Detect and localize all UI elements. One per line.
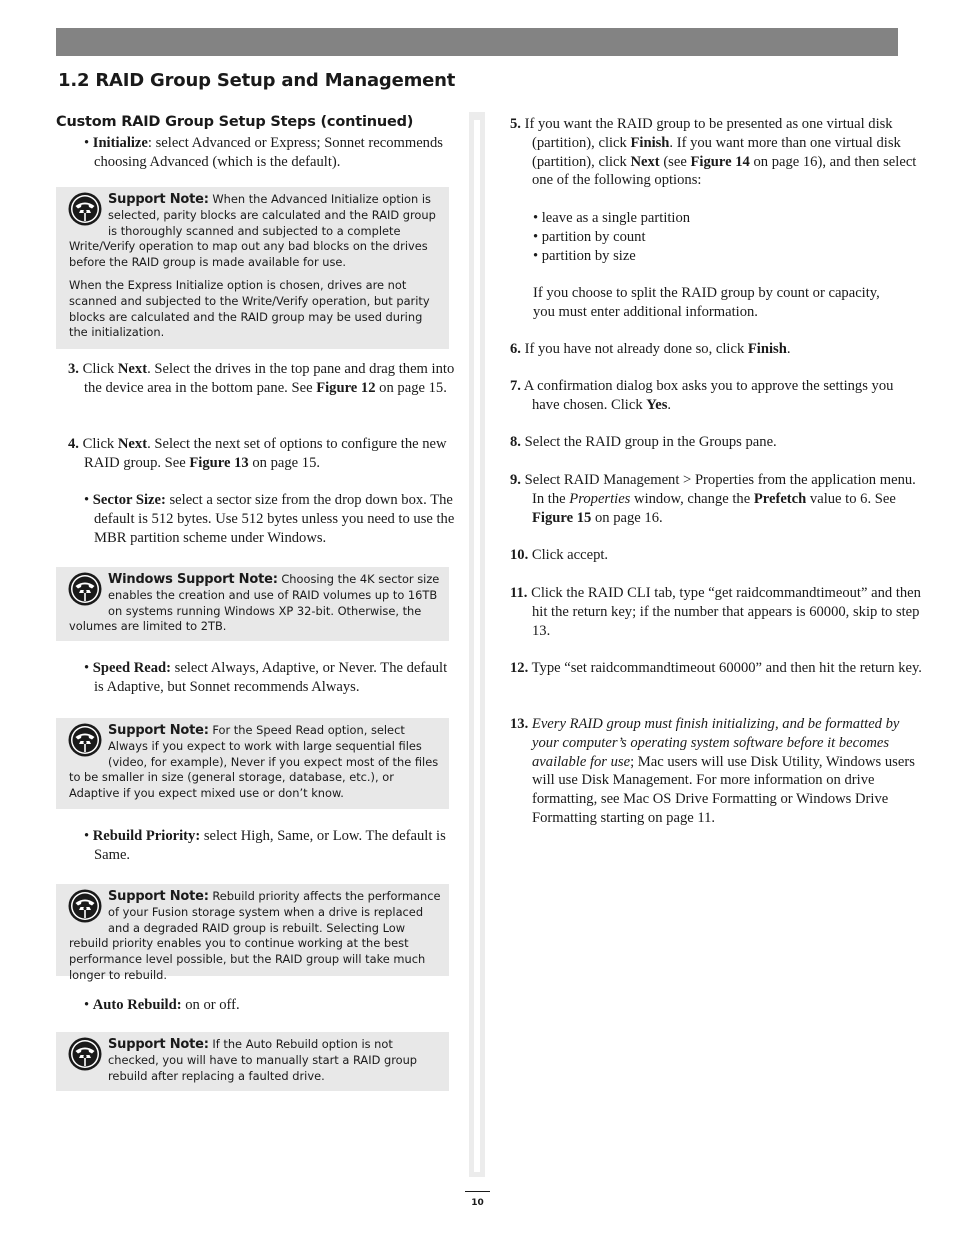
windows-support-note: Windows Support Note: Choosing the 4K se… (56, 567, 449, 641)
step-text: If you have not already done so, click (520, 341, 748, 357)
header-bar (56, 28, 898, 56)
button-reference: Next (117, 436, 148, 452)
step-text: value to 6. See (806, 490, 896, 507)
step-text: Click (78, 361, 118, 377)
figure-reference: Figure 12 (316, 379, 376, 396)
bullet-initialize: • Initialize: select Advanced or Express… (84, 135, 443, 170)
step-number: 11. (510, 585, 528, 601)
step-number: 9. (510, 472, 521, 488)
partition-option: • leave as a single partition (533, 210, 691, 226)
step-text: Type “set raidcommandtimeout 60000” and … (528, 660, 922, 676)
step-4: 4. Click Next. Select the next set of op… (68, 435, 466, 473)
window-name: Properties (569, 490, 631, 507)
step-7: 7. A confirmation dialog box asks you to… (510, 377, 924, 415)
step-text: Click the RAID CLI tab, type “get raidco… (527, 585, 921, 639)
bullet-sector-size: • Sector Size: select a sector size from… (84, 492, 455, 546)
support-note-initialize: Support Note: When the Advanced Initiali… (56, 187, 449, 349)
telephone-icon (68, 192, 102, 226)
telephone-icon (68, 889, 102, 923)
note-label: Support Note: (108, 192, 209, 207)
support-note-speed-read: Support Note: For the Speed Read option,… (56, 718, 449, 809)
button-reference: Next (630, 153, 660, 170)
bullet-rebuild-priority: • Rebuild Priority: select High, Same, o… (84, 828, 446, 863)
step-8: 8. Select the RAID group in the Groups p… (510, 433, 924, 452)
partition-followup-text: If you choose to split the RAID group by… (533, 285, 880, 320)
bullet-text: on or off. (181, 997, 240, 1013)
step-number: 10. (510, 547, 529, 563)
partition-option: • partition by size (533, 247, 636, 264)
step-3: 3. Click Next. Select the drives in the … (68, 360, 466, 398)
button-reference: Yes (646, 396, 668, 413)
step-text: Click (78, 436, 118, 452)
step-number: 4. (68, 436, 79, 452)
step-text: (see (659, 153, 691, 170)
bullet-auto-rebuild: • Auto Rebuild: on or off. (84, 997, 240, 1013)
step-text: on page 15. (375, 379, 447, 396)
button-reference: Finish (747, 341, 787, 357)
note-label: Windows Support Note: (108, 572, 278, 587)
bullet-label: Speed Read: (92, 660, 172, 676)
section-title: 1.2 RAID Group Setup and Management (58, 70, 456, 91)
bullet-label: Auto Rebuild: (92, 997, 182, 1013)
figure-reference: Figure 15 (532, 509, 592, 526)
step-11: 11. Click the RAID CLI tab, type “get ra… (510, 584, 924, 640)
subsection-title: Custom RAID Group Setup Steps (continued… (56, 114, 414, 130)
note-label: Support Note: (108, 723, 209, 738)
step-text: A confirmation dialog box asks you to ap… (520, 378, 894, 413)
support-note-rebuild: Support Note: Rebuild priority affects t… (56, 884, 449, 982)
column-divider (469, 112, 485, 1177)
bullet-label: Sector Size: (92, 492, 166, 508)
column-divider-inner (474, 120, 480, 1172)
footer-rule (465, 1191, 490, 1192)
step-5: 5. If you want the RAID group to be pres… (510, 115, 924, 190)
step-number: 12. (510, 660, 529, 676)
step-text: Click accept. (528, 547, 609, 563)
step-number: 7. (510, 378, 521, 394)
page-number: 10 (471, 1198, 484, 1208)
support-note-auto-rebuild: Support Note: If the Auto Rebuild option… (56, 1032, 449, 1091)
step-12: 12. Type “set raidcommandtimeout 60000” … (510, 659, 924, 678)
bullet-speed-read: • Speed Read: select Always, Adaptive, o… (84, 660, 448, 695)
telephone-icon (68, 723, 102, 757)
step-number: 6. (510, 341, 521, 357)
telephone-icon (68, 1037, 102, 1071)
partition-option: • partition by count (533, 228, 646, 245)
figure-reference: Figure 13 (189, 454, 249, 471)
step-text: . (667, 396, 672, 413)
telephone-icon (68, 572, 102, 606)
step-number: 13. (510, 716, 529, 732)
step-10: 10. Click accept. (510, 546, 924, 565)
bullet-label: Rebuild Priority: (92, 828, 201, 844)
note-label: Support Note: (108, 889, 209, 904)
step-number: 5. (510, 116, 521, 132)
step-text: on page 15. (248, 454, 321, 471)
button-reference: Finish (630, 134, 670, 151)
bullet-label: Initialize (92, 135, 148, 151)
step-text: . (786, 341, 791, 357)
step-6: 6. If you have not already done so, clic… (510, 340, 924, 359)
step-text: window, change the (630, 490, 754, 507)
note-label: Support Note: (108, 1037, 209, 1052)
partition-options-list: • leave as a single partition • partitio… (533, 209, 903, 265)
step-13: 13. Every RAID group must finish initial… (510, 715, 924, 828)
note-text-2: When the Express Initialize option is ch… (69, 277, 430, 340)
step-text: on page 16. (591, 509, 663, 526)
step-number: 3. (68, 361, 79, 377)
step-text: Select the RAID group in the Groups pane… (520, 434, 777, 450)
setting-name: Prefetch (753, 490, 807, 507)
figure-reference: Figure 14 (690, 153, 750, 170)
step-9: 9. Select RAID Management > Properties f… (510, 471, 924, 527)
step-number: 8. (510, 434, 521, 450)
button-reference: Next (117, 361, 148, 377)
